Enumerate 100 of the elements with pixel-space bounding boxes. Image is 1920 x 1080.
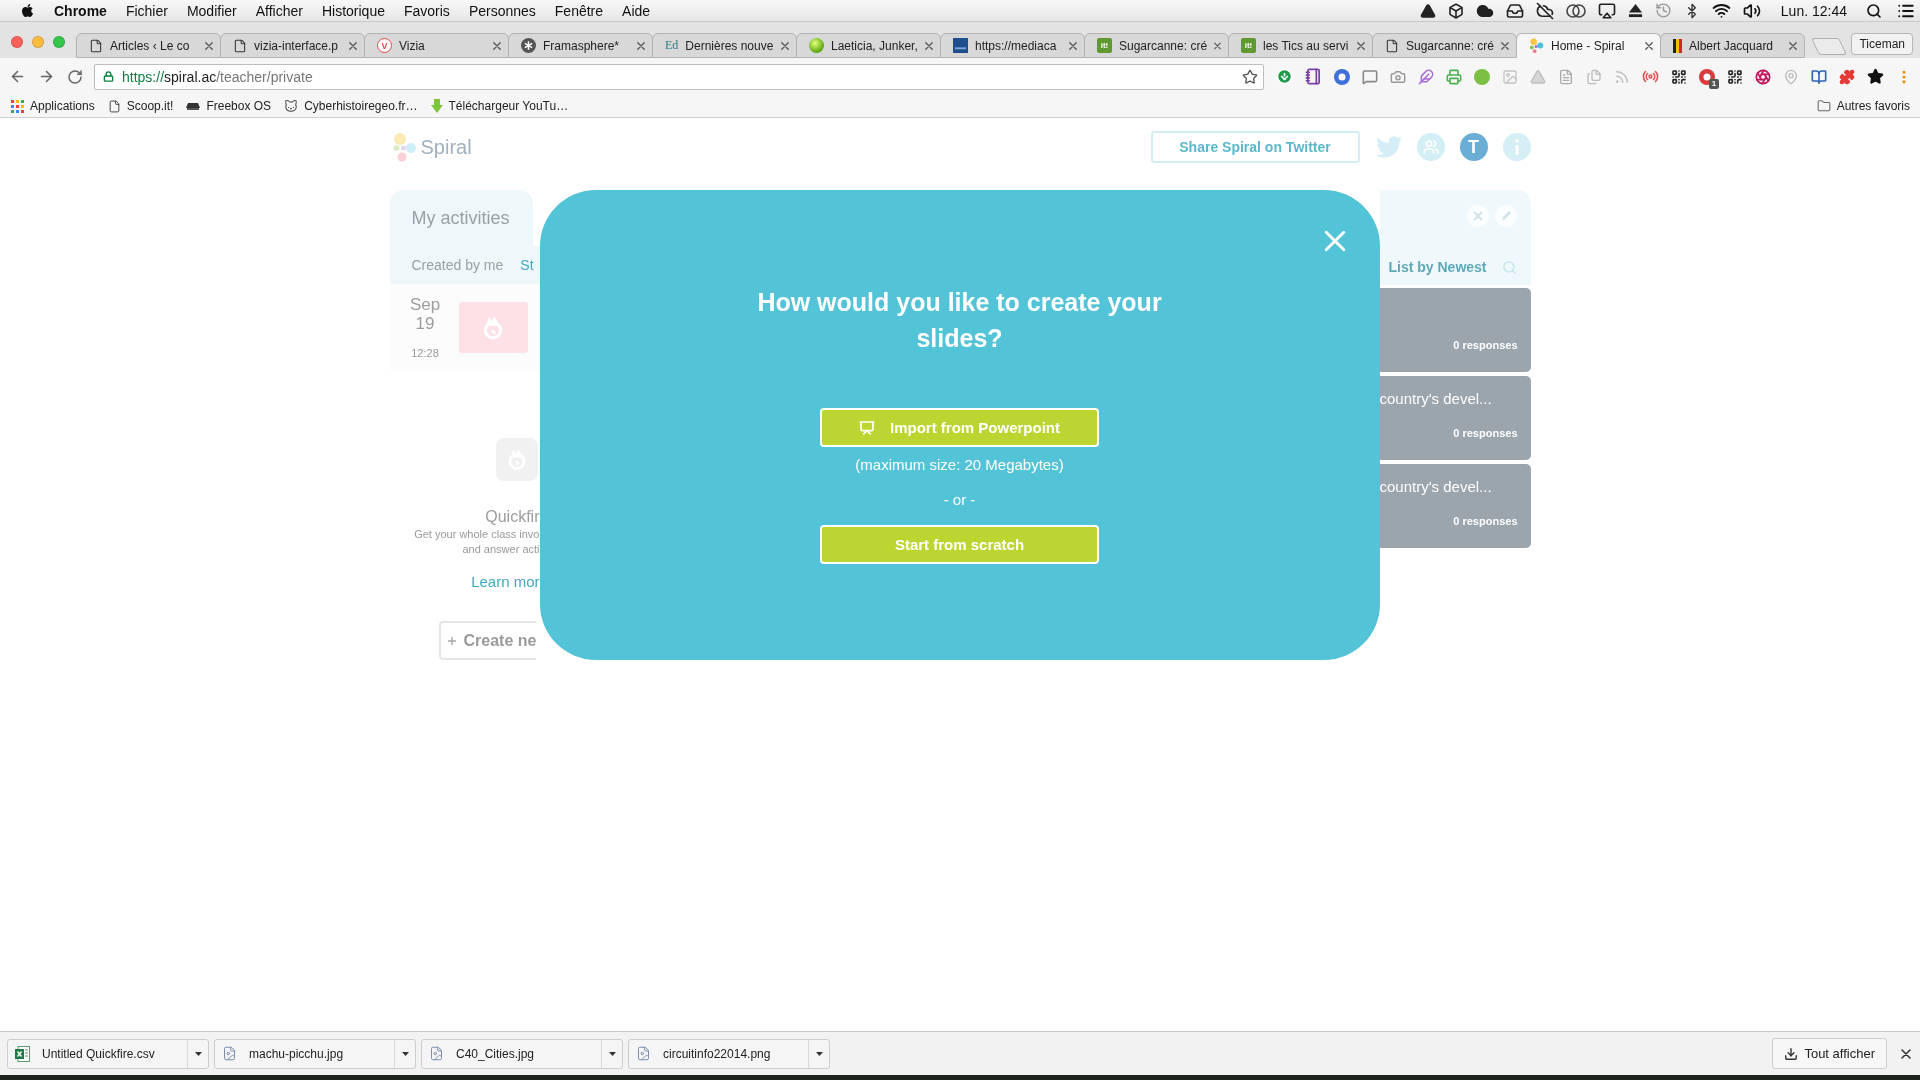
site-logo: Ed xyxy=(665,38,679,53)
browser-tab[interactable]: it! Sugarcanne: cré xyxy=(1084,33,1229,58)
inbox-icon[interactable] xyxy=(1505,1,1524,20)
back-icon[interactable] xyxy=(9,68,26,85)
dot-icon[interactable] xyxy=(1474,68,1490,85)
close-window-button[interactable] xyxy=(11,36,23,48)
qr-code-icon[interactable] xyxy=(1671,68,1687,85)
apple-icon[interactable] xyxy=(20,3,35,18)
browser-tab[interactable]: Ed Dernières nouve xyxy=(652,33,797,58)
close-icon[interactable] xyxy=(925,41,933,50)
profile-button[interactable]: Ticeman xyxy=(1851,33,1913,55)
browser-tab[interactable]: Articles ‹ Le co xyxy=(76,33,221,58)
browser-tab[interactable]: vizia-interface.p xyxy=(220,33,365,58)
browser-tab[interactable]: Sugarcanne: cré xyxy=(1372,33,1517,58)
disc-icon[interactable] xyxy=(1334,68,1350,85)
browser-tab[interactable]: it! les Tics au servi xyxy=(1228,33,1373,58)
close-icon[interactable] xyxy=(205,41,213,50)
asterisk-icon xyxy=(521,38,536,53)
printer-icon[interactable] xyxy=(1446,68,1462,85)
quickfire-title: Quickfir xyxy=(485,507,540,527)
bookmark-folder[interactable]: Autres favoris xyxy=(1816,99,1910,113)
modal-title: How would you like to create your slides? xyxy=(756,287,1163,354)
aperture-icon[interactable] xyxy=(1755,68,1771,85)
card-title: country's devel... xyxy=(1379,477,1493,497)
airplay-icon[interactable] xyxy=(1597,1,1616,20)
download-icon xyxy=(1784,1046,1799,1061)
forward-icon[interactable] xyxy=(38,68,55,85)
camera-icon[interactable] xyxy=(1390,68,1406,85)
browser-tab[interactable]: Home - Spiral xyxy=(1516,33,1661,58)
close-icon[interactable] xyxy=(1069,41,1077,50)
close-icon[interactable] xyxy=(637,41,645,50)
caret-icon[interactable] xyxy=(815,1051,823,1056)
ring-icon[interactable] xyxy=(1699,68,1715,85)
triangle-icon[interactable] xyxy=(1419,2,1436,19)
qr-code-icon[interactable] xyxy=(1727,68,1743,85)
address-field[interactable]: https://spiral.ac/teacher/private xyxy=(94,63,1264,90)
history-icon[interactable] xyxy=(1654,2,1672,19)
close-icon[interactable] xyxy=(1789,41,1797,50)
bookmark-link[interactable]: Téléchargeur YouTu… xyxy=(430,99,569,113)
menu-item[interactable]: Afficher xyxy=(255,2,303,19)
quickfire-description: and answer acti xyxy=(462,542,540,557)
caret-icon[interactable] xyxy=(194,1051,202,1056)
image-file-icon xyxy=(222,1046,237,1061)
close-icon[interactable] xyxy=(1645,41,1653,50)
close-icon[interactable] xyxy=(1501,41,1509,50)
cloud-off-icon[interactable] xyxy=(1535,1,1554,20)
caret-icon[interactable] xyxy=(608,1051,616,1056)
browser-tab[interactable]: Laeticia, Junker, xyxy=(796,33,941,58)
browser-tab[interactable]: Albert Jacquard xyxy=(1660,33,1805,58)
menu-item[interactable]: Aide xyxy=(622,2,651,19)
close-icon[interactable] xyxy=(1357,41,1365,50)
presentation-icon xyxy=(859,419,875,436)
volume-icon[interactable] xyxy=(1742,1,1761,20)
menu-item[interactable]: Personnes xyxy=(468,2,536,19)
menu-item[interactable]: Modifier xyxy=(186,2,237,19)
caret-icon[interactable] xyxy=(401,1051,409,1056)
close-icon[interactable] xyxy=(781,41,789,50)
page-icon xyxy=(1385,38,1399,53)
download-item[interactable]: C40_Cities.jpg xyxy=(421,1038,623,1069)
logo-text: Spiral xyxy=(420,135,472,159)
show-all-button[interactable]: Tout afficher xyxy=(1772,1038,1887,1069)
bookmark-link[interactable]: Cyberhistoiregeo.fr… xyxy=(284,99,418,113)
download-item[interactable]: Untitled Quickfire.csv xyxy=(7,1038,209,1069)
book-icon[interactable] xyxy=(1811,68,1827,85)
download-item[interactable]: machu-picchu.jpg xyxy=(214,1038,416,1069)
menu-item[interactable]: Fenêtre xyxy=(554,2,604,19)
browser-tab[interactable]: V Vizia xyxy=(364,33,509,58)
radio-icon[interactable] xyxy=(1642,68,1659,85)
star-icon[interactable] xyxy=(1867,68,1884,85)
close-icon[interactable] xyxy=(1901,1048,1911,1059)
download-item[interactable]: circuitinfo22014.png xyxy=(628,1038,830,1069)
bookmark-link[interactable]: Applications xyxy=(11,99,95,113)
menu-item[interactable]: Chrome xyxy=(54,2,107,19)
grid-icon xyxy=(11,99,24,113)
rings-icon[interactable] xyxy=(1565,2,1586,19)
menu-item[interactable]: Fichier xyxy=(125,2,168,19)
browser-tab[interactable]: https://mediaca xyxy=(940,33,1085,58)
page-icon xyxy=(107,99,121,113)
box-icon[interactable] xyxy=(1447,2,1464,19)
bookmark-link[interactable]: Scoop.it! xyxy=(107,99,174,113)
site-logo: V xyxy=(377,38,392,53)
response-count: 0 responses xyxy=(1453,515,1518,528)
menu-item[interactable]: Historique xyxy=(321,2,385,19)
download-icon[interactable] xyxy=(1276,68,1293,85)
browser-tab[interactable]: Framasphere* xyxy=(508,33,653,58)
arrow-down-icon xyxy=(430,99,443,113)
close-icon[interactable] xyxy=(493,41,501,50)
feather-icon[interactable] xyxy=(1418,68,1434,85)
notebook-icon[interactable] xyxy=(1305,68,1322,85)
clock-text[interactable]: Lun. 12:44 xyxy=(1780,2,1847,19)
menu-item[interactable]: Favoris xyxy=(403,2,450,19)
star-icon[interactable] xyxy=(1242,68,1258,85)
puzzle-icon[interactable] xyxy=(1839,68,1855,85)
wifi-icon[interactable] xyxy=(1711,1,1731,20)
close-icon[interactable] xyxy=(349,41,357,50)
search-icon[interactable] xyxy=(1866,2,1882,19)
bookmark-link[interactable]: Freebox OS xyxy=(186,99,272,113)
reload-icon[interactable] xyxy=(67,68,83,85)
eject-icon[interactable] xyxy=(1627,3,1643,18)
chat-icon[interactable] xyxy=(1362,68,1378,85)
